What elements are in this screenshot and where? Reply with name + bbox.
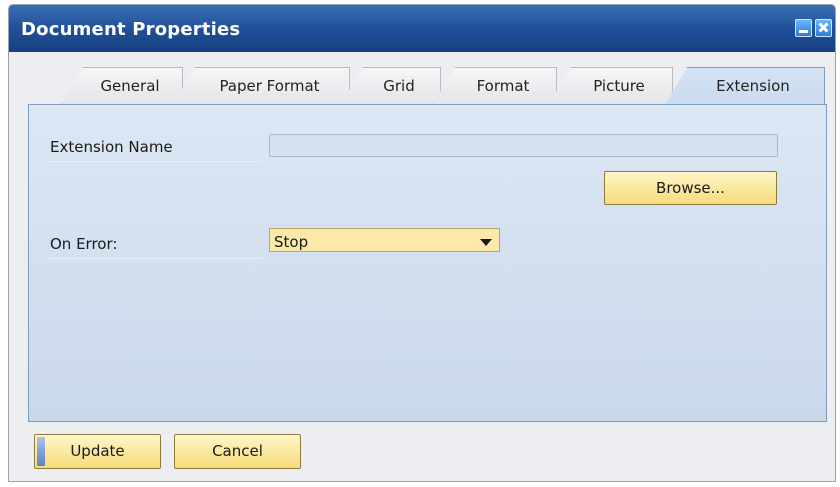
extension-name-label: Extension Name bbox=[50, 138, 173, 156]
browse-button[interactable]: Browse... bbox=[604, 171, 777, 205]
update-button-label: Update bbox=[70, 442, 125, 460]
update-button[interactable]: Update bbox=[34, 434, 161, 469]
on-error-select[interactable]: Stop bbox=[269, 228, 500, 252]
on-error-value: Stop bbox=[274, 233, 309, 251]
document-properties-window: Document Properties General Paper Format… bbox=[8, 4, 836, 482]
field-divider bbox=[48, 258, 263, 259]
cancel-button-label: Cancel bbox=[212, 442, 263, 460]
window-title: Document Properties bbox=[21, 19, 241, 40]
on-error-label: On Error: bbox=[50, 235, 118, 253]
title-bar[interactable]: Document Properties bbox=[9, 5, 835, 52]
tab-grid[interactable]: Grid bbox=[341, 67, 441, 104]
focus-indicator bbox=[37, 437, 45, 466]
tab-extension-label: Extension bbox=[716, 77, 790, 95]
extension-panel: Extension Name Browse... On Error: Stop bbox=[28, 104, 827, 422]
tab-picture[interactable]: Picture bbox=[549, 67, 673, 104]
tab-format[interactable]: Format bbox=[433, 67, 557, 104]
tab-general[interactable]: General bbox=[61, 67, 183, 104]
tab-general-label: General bbox=[100, 77, 160, 95]
tab-format-label: Format bbox=[476, 77, 530, 95]
tab-picture-label: Picture bbox=[593, 77, 645, 95]
chevron-down-icon[interactable] bbox=[480, 239, 492, 246]
extension-name-field[interactable] bbox=[269, 134, 778, 157]
cancel-button[interactable]: Cancel bbox=[174, 434, 301, 469]
tab-extension[interactable]: Extension bbox=[665, 67, 825, 105]
close-icon[interactable] bbox=[815, 19, 832, 37]
tab-grid-label: Grid bbox=[383, 77, 415, 95]
minimize-icon[interactable] bbox=[795, 19, 812, 37]
field-divider bbox=[48, 161, 263, 162]
tab-paper-format[interactable]: Paper Format bbox=[173, 67, 350, 104]
tab-paper-format-label: Paper Format bbox=[219, 77, 320, 95]
browse-button-label: Browse... bbox=[656, 179, 725, 197]
